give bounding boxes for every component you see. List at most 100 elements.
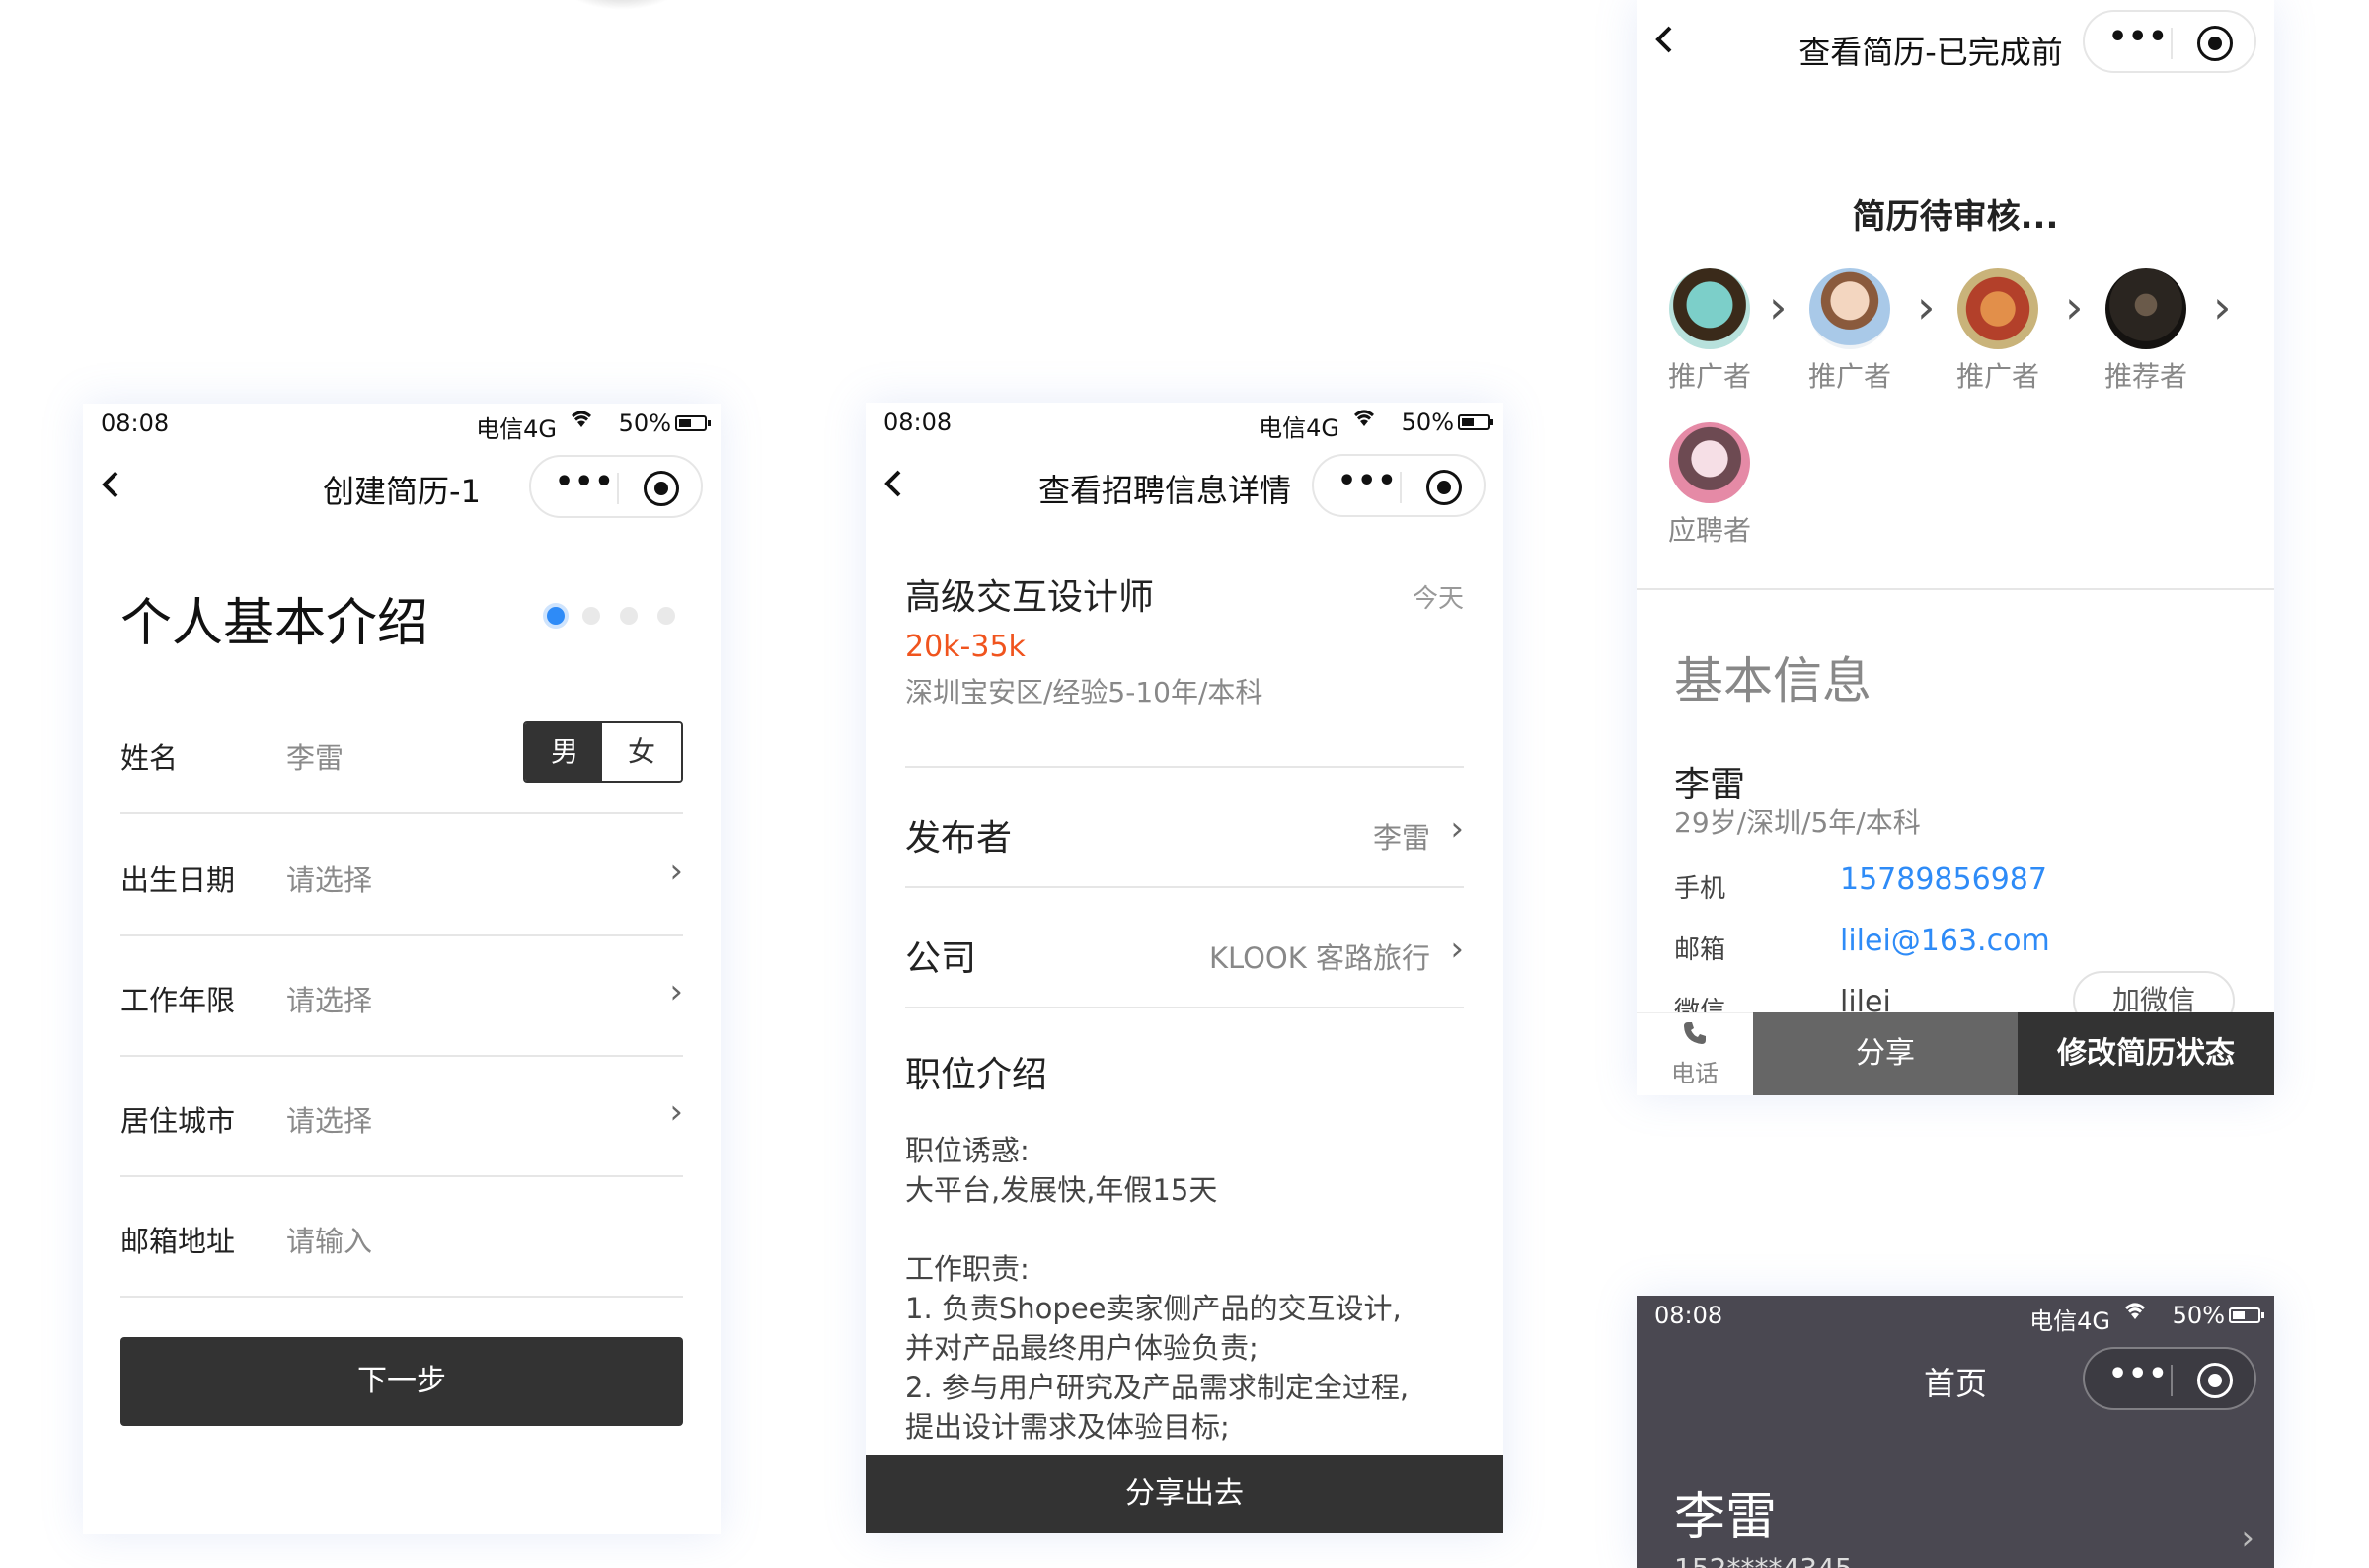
close-target-icon[interactable] [2197,1363,2233,1398]
more-icon[interactable]: ••• [1337,464,1398,498]
company-row[interactable]: 公司 KLOOK 客路旅行 › [905,922,1464,981]
city-label: 居住城市 [120,1104,236,1138]
change-status-button[interactable]: 修改简历状态 [2018,1012,2274,1095]
name-input[interactable]: 李雷 [286,735,344,777]
name-row: 姓名 李雷 男 女 [120,692,683,814]
divider [905,1007,1464,1008]
job-desc-line: 职位诱惑: [905,1134,1030,1167]
chevron-right-icon: › [669,1092,683,1132]
decorative-shadow [563,0,681,10]
status-bar: 08:08 电信4G 50% [866,403,1503,442]
chevron-right-icon: › [669,972,683,1011]
phone-link[interactable]: 15789856987 [1840,862,2047,897]
review-status-title: 简历待审核... [1852,197,2059,237]
chevron-right-icon: › [1450,809,1464,849]
flow-step-recommender: 推荐者 [2097,268,2195,395]
city-value: 请选择 [286,1104,373,1138]
share-out-button[interactable]: 分享出去 [866,1455,1503,1533]
chevron-right-icon: › [1769,280,1788,334]
status-bar: 08:08 电信4G 50% [1637,1296,2274,1335]
close-target-icon[interactable] [644,471,679,506]
user-phone: 152****4345 [1674,1552,1853,1568]
more-icon[interactable]: ••• [2108,1357,2169,1391]
job-desc-line: 2. 参与用户研究及产品需求制定全过程, [905,1371,1410,1404]
candidate-meta: 29岁/深圳/5年/本科 [1674,806,1921,839]
birth-date-row[interactable]: 出生日期 请选择 › [120,814,683,936]
email-label: 邮箱 [1674,935,1726,965]
nav-title: 查看简历-已完成前 [1798,34,2063,71]
status-battery-text: 50% [2172,1302,2225,1329]
avatar-night-icon [2105,268,2186,349]
step-dot [657,607,675,625]
mini-program-capsule: ••• [529,455,703,518]
publisher-row[interactable]: 发布者 李雷 › [905,801,1464,860]
email-input[interactable]: 请输入 [286,1219,372,1260]
more-icon[interactable]: ••• [2108,20,2169,54]
nav-bar: 创建简历-1 ••• [83,449,721,528]
capsule-divider [1400,472,1402,503]
divider [1637,588,2274,590]
work-years-label: 工作年限 [120,984,236,1017]
flow-step-applicant: 应聘者 [1660,422,1759,549]
chevron-right-icon: › [1450,930,1464,969]
wifi-icon [2122,1300,2148,1327]
step-dot [620,607,638,625]
divider [905,886,1464,888]
job-detail-screen: 08:08 电信4G 50% 查看招聘信息详情 ••• 高级交互设计师 今天 2… [866,403,1503,1533]
job-desc-line: 工作职责: [905,1252,1030,1286]
email-link[interactable]: lilei@163.com [1840,924,2050,958]
mini-program-capsule: ••• [2083,10,2256,73]
back-arrow-icon[interactable] [881,464,921,503]
status-time: 08:08 [101,410,170,437]
status-bar: 08:08 电信4G 50% [83,404,721,443]
nav-bar: 首页 ••• [1637,1341,2274,1420]
flow-step-promoter: 推广者 [1800,268,1899,395]
close-target-icon[interactable] [2197,26,2233,61]
mini-program-capsule: ••• [2083,1347,2256,1410]
call-label: 电话 [1671,1060,1719,1087]
mini-program-capsule: ••• [1312,454,1486,517]
back-arrow-icon[interactable] [99,465,138,504]
share-button[interactable]: 分享 [1753,1012,2018,1095]
gender-toggle: 男 女 [523,721,683,783]
flow-label: 推广者 [1807,360,1891,393]
avatar-child-icon [1809,268,1890,349]
more-icon[interactable]: ••• [555,465,615,499]
nav-bar: 查看简历-已完成前 ••• [1637,4,2274,83]
chevron-right-icon: › [2213,280,2232,334]
page-title: 个人基本介绍 [120,594,429,653]
job-salary: 20k-35k [905,630,1026,664]
phone-label: 手机 [1674,874,1726,904]
status-carrier: 电信4G [2029,1307,2110,1335]
publisher-value: 李雷 [1372,821,1430,855]
job-desc-line: 提出设计需求及体验目标; [905,1410,1230,1444]
chevron-right-icon: › [2065,280,2084,334]
job-post-date: 今天 [1412,584,1464,614]
work-years-value: 请选择 [286,984,373,1017]
status-battery-text: 50% [618,410,671,437]
next-step-button[interactable]: 下一步 [120,1337,683,1426]
capsule-divider [2171,28,2173,59]
battery-icon [2229,1307,2264,1323]
job-desc-line: 1. 负责Shopee卖家侧产品的交互设计, [905,1292,1402,1325]
nav-title: 查看招聘信息详情 [1037,472,1291,509]
job-desc-line: 并对产品最终用户体验负责; [905,1331,1259,1365]
close-target-icon[interactable] [1426,470,1462,505]
nav-bar: 查看招聘信息详情 ••• [866,448,1503,527]
flow-label: 推广者 [1667,360,1751,393]
user-name: 李雷 [1674,1488,1778,1547]
back-arrow-icon[interactable] [1652,20,1692,59]
company-value: KLOOK 客路旅行 [1208,941,1430,975]
city-row[interactable]: 居住城市 请选择 › [120,1055,683,1177]
gender-female-option[interactable]: 女 [602,723,681,781]
gender-male-option[interactable]: 男 [525,723,604,781]
status-carrier: 电信4G [1259,414,1339,442]
chevron-right-icon[interactable]: › [2241,1519,2254,1558]
flow-step-promoter: 推广者 [1660,268,1759,395]
battery-icon [675,415,711,431]
work-years-row[interactable]: 工作年限 请选择 › [120,934,683,1057]
email-label: 邮箱地址 [120,1225,236,1258]
phone-icon [1637,1019,1753,1054]
home-screen: 08:08 电信4G 50% 首页 ••• 李雷 152****4345 › [1637,1296,2274,1568]
call-button[interactable]: 电话 [1637,1012,1753,1095]
